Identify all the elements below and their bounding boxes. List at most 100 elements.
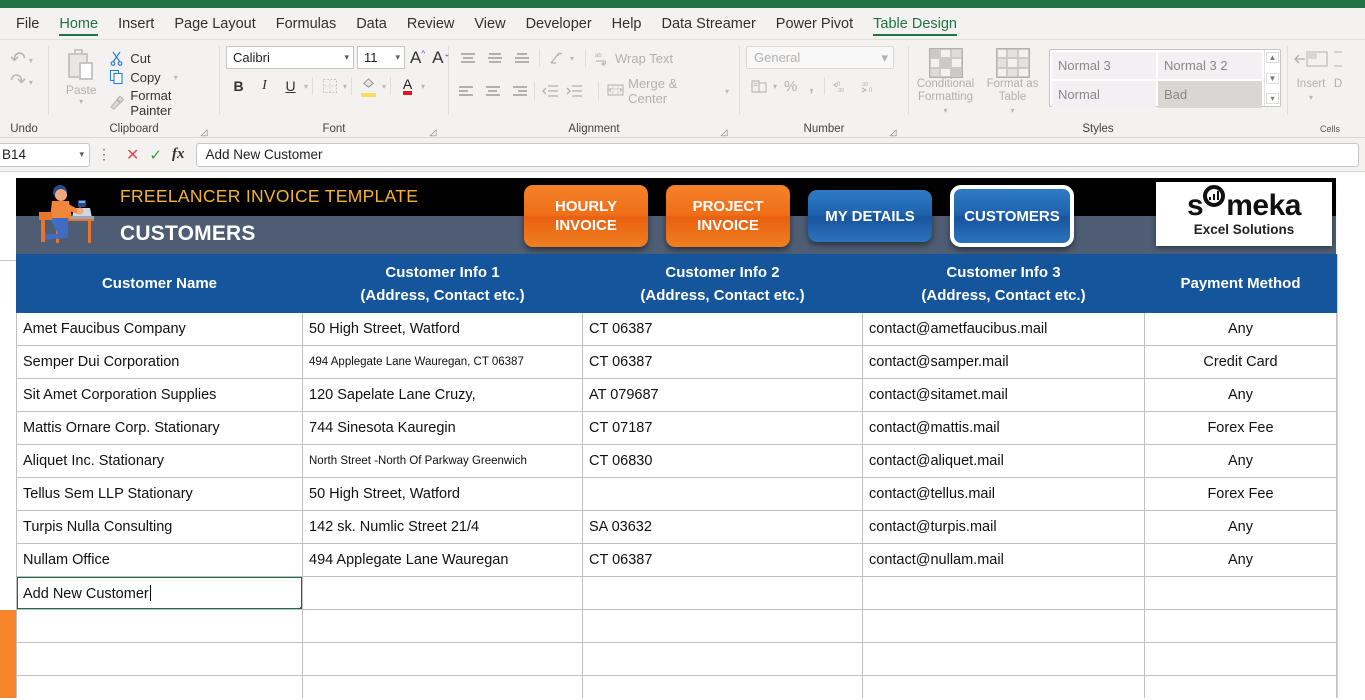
cell-customer-info-3[interactable]: contact@sitamet.mail	[862, 378, 1145, 412]
cell-styles-scrollbar[interactable]: ▲ ▼ ▾	[1264, 50, 1280, 106]
align-center-button[interactable]	[480, 80, 504, 102]
cell-style-normal-3[interactable]: Normal 3	[1052, 52, 1156, 79]
table-row[interactable]: Aliquet Inc. Stationary North Street -Nor…	[16, 444, 1337, 478]
cell-payment-method[interactable]: Any	[1144, 543, 1337, 577]
alignment-dialog-launcher[interactable]: ◿	[719, 127, 729, 137]
cell-customer-info-1[interactable]	[302, 609, 583, 643]
accounting-format-button[interactable]	[746, 74, 771, 98]
cell-customer-name[interactable]: Amet Faucibus Company	[16, 312, 303, 346]
col-header-customer-info-2[interactable]: Customer Info 2 (Address, Contact etc.)	[582, 254, 863, 313]
fill-handle[interactable]	[300, 607, 302, 609]
cell-customer-info-3[interactable]: contact@samper.mail	[862, 345, 1145, 379]
ribbon-tab-formulas[interactable]: Formulas	[266, 13, 346, 39]
cell-style-bad[interactable]: Bad	[1158, 81, 1262, 108]
cell-customer-info-1[interactable]: 744 Sinesota Kauregin	[302, 411, 583, 445]
cell-customer-name[interactable]: Mattis Ornare Corp. Stationary	[16, 411, 303, 445]
copy-button[interactable]: Copy ▾	[109, 69, 213, 85]
ribbon-tab-insert[interactable]: Insert	[108, 13, 164, 39]
table-row[interactable]: Amet Faucibus Company 50 High Street, Wat…	[16, 312, 1337, 346]
underline-button[interactable]: U	[278, 74, 303, 98]
align-right-button[interactable]	[506, 80, 530, 102]
cell-payment-method[interactable]	[1144, 609, 1337, 643]
font-name-combo[interactable]: Calibri ▾	[226, 46, 354, 69]
delete-cells-button[interactable]: D	[1334, 46, 1342, 91]
align-bottom-button[interactable]	[509, 47, 535, 69]
increase-font-size-button[interactable]: A^	[408, 48, 427, 68]
cell-customer-name[interactable]: Turpis Nulla Consulting	[16, 510, 303, 544]
ribbon-tab-data-streamer[interactable]: Data Streamer	[651, 13, 765, 39]
orientation-button[interactable]	[544, 46, 569, 70]
merge-and-center-button[interactable]: Merge & Center ▾	[603, 74, 733, 108]
enter-icon[interactable]: ✓	[149, 146, 162, 164]
table-row[interactable]	[16, 675, 1337, 698]
table-row[interactable]: Mattis Ornare Corp. Stationary 744 Sineso…	[16, 411, 1337, 445]
cell-customer-info-3[interactable]	[862, 576, 1145, 610]
cell-customer-info-2[interactable]	[582, 477, 863, 511]
col-header-customer-info-3[interactable]: Customer Info 3 (Address, Contact etc.)	[862, 254, 1145, 313]
name-box[interactable]: B14 ▾	[0, 142, 90, 167]
ribbon-tab-help[interactable]: Help	[602, 13, 652, 39]
cell-payment-method[interactable]	[1144, 576, 1337, 610]
ribbon-tab-power-pivot[interactable]: Power Pivot	[766, 13, 863, 39]
conditional-formatting-button[interactable]: Conditional Formatting ▾	[915, 46, 976, 117]
table-row[interactable]	[16, 609, 1337, 643]
cell-customer-name[interactable]	[16, 642, 303, 676]
cell-customer-info-2[interactable]	[582, 675, 863, 698]
align-middle-button[interactable]	[482, 47, 508, 69]
col-header-payment-method[interactable]: Payment Method	[1144, 254, 1337, 313]
scroll-down-icon[interactable]: ▼	[1266, 72, 1279, 84]
cell-customer-name[interactable]: Semper Dui Corporation	[16, 345, 303, 379]
cell-customer-info-3[interactable]	[862, 675, 1145, 698]
cell-customer-info-3[interactable]: contact@tellus.mail	[862, 477, 1145, 511]
cell-style-normal[interactable]: Normal	[1052, 81, 1156, 108]
cell-customer-info-1[interactable]	[302, 576, 583, 610]
table-row[interactable]: Nullam Office 494 Applegate Lane Wauregan…	[16, 543, 1337, 577]
nav-button-customers[interactable]: CUSTOMERS	[950, 185, 1074, 247]
cell-payment-method[interactable]: Forex Fee	[1144, 411, 1337, 445]
ribbon-tab-table-design[interactable]: Table Design	[863, 13, 967, 39]
table-row[interactable]: Tellus Sem LLP Stationary 50 High Street,…	[16, 477, 1337, 511]
nav-button-hourly-invoice[interactable]: HOURLY INVOICE	[524, 185, 648, 247]
nav-button-my-details[interactable]: MY DETAILS	[808, 190, 932, 242]
font-size-combo[interactable]: 11 ▾	[357, 46, 405, 69]
ribbon-tab-data[interactable]: Data	[346, 13, 397, 39]
table-row[interactable]: Semper Dui Corporation 494 Applegate Lane…	[16, 345, 1337, 379]
cell-customer-info-2[interactable]	[582, 642, 863, 676]
increase-indent-button[interactable]	[564, 79, 587, 103]
table-row[interactable]: Add New Customer	[16, 576, 1337, 610]
number-format-combo[interactable]: General ▾	[746, 46, 894, 69]
cell-customer-info-1[interactable]: 50 High Street, Watford	[302, 312, 583, 346]
wrap-text-button[interactable]: ab Wrap Text	[590, 48, 677, 68]
clipboard-dialog-launcher[interactable]: ◿	[199, 127, 209, 137]
cell-customer-info-3[interactable]: contact@nullam.mail	[862, 543, 1145, 577]
table-row[interactable]: Sit Amet Corporation Supplies 120 Sapelat…	[16, 378, 1337, 412]
cell-customer-info-1[interactable]: 120 Sapelate Lane Cruzy,	[302, 378, 583, 412]
styles-more-icon[interactable]: ▾	[1266, 93, 1279, 104]
cell-style-normal-3-2[interactable]: Normal 3 2	[1158, 52, 1262, 79]
cell-payment-method[interactable]: Any	[1144, 510, 1337, 544]
format-painter-button[interactable]: Format Painter	[109, 88, 213, 118]
paste-button[interactable]: Paste ▾	[55, 46, 107, 106]
cell-customer-info-3[interactable]: contact@aliquet.mail	[862, 444, 1145, 478]
redo-button[interactable]: ↷ ▾	[6, 72, 37, 92]
cell-customer-info-1[interactable]: North Street -North Of Parkway Greenwich	[302, 444, 583, 478]
format-as-table-button[interactable]: Format as Table ▾	[982, 46, 1043, 117]
cancel-icon[interactable]: ✕	[126, 145, 139, 165]
table-row[interactable]	[16, 642, 1337, 676]
bold-button[interactable]: B	[226, 74, 251, 98]
decrease-indent-button[interactable]	[539, 79, 562, 103]
fx-icon[interactable]: fx	[172, 146, 185, 163]
table-row[interactable]: Turpis Nulla Consulting 142 sk. Numlic St…	[16, 510, 1337, 544]
nav-button-project-invoice[interactable]: PROJECT INVOICE	[666, 185, 790, 247]
cell-styles-gallery[interactable]: Normal 3 Normal 3 2 Normal Bad ▲ ▼ ▾	[1049, 49, 1281, 108]
ribbon-tab-view[interactable]: View	[464, 13, 515, 39]
cell-customer-info-3[interactable]	[862, 642, 1145, 676]
cell-payment-method[interactable]: Any	[1144, 444, 1337, 478]
ribbon-tab-page-layout[interactable]: Page Layout	[164, 13, 265, 39]
cell-customer-name[interactable]: Tellus Sem LLP Stationary	[16, 477, 303, 511]
cell-customer-name[interactable]	[16, 609, 303, 643]
cell-payment-method[interactable]	[1144, 675, 1337, 698]
cell-customer-info-1[interactable]	[302, 675, 583, 698]
cell-customer-info-1[interactable]: 494 Applegate Lane Wauregan, CT 06387	[302, 345, 583, 379]
cell-customer-info-2[interactable]: SA 03632	[582, 510, 863, 544]
